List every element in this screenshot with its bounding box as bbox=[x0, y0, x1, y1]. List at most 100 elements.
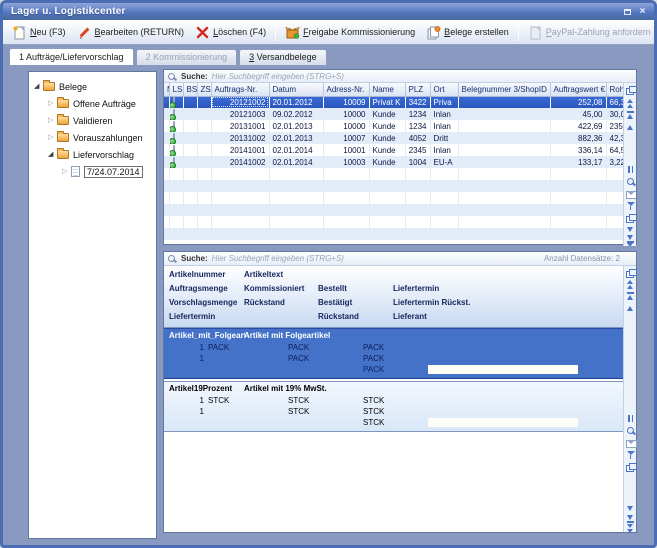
tree-item-liefervorschlag[interactable]: ◢ Liefervorschlag bbox=[29, 146, 156, 163]
cell-wert[interactable]: 882,36 bbox=[550, 132, 606, 144]
cell-beleg[interactable] bbox=[458, 144, 550, 156]
cell-ort[interactable]: Dritt bbox=[430, 132, 458, 144]
cell-auftrag[interactable]: 20121002 bbox=[211, 96, 269, 108]
close-window-button[interactable]: × bbox=[635, 5, 650, 18]
cell-plz[interactable]: 1234 bbox=[405, 108, 430, 120]
cell-adresse[interactable]: 10000 bbox=[323, 108, 369, 120]
toolbar-button-freigabe-kommissionierung[interactable]: Freigabe Kommissionierung bbox=[280, 23, 420, 42]
tree-item-belege[interactable]: ◢ Belege bbox=[29, 78, 156, 95]
cell-name[interactable]: Privat K bbox=[369, 96, 405, 108]
collapsed-triangle-icon[interactable]: ▷ bbox=[48, 133, 57, 142]
cell-plz[interactable]: 1004 bbox=[405, 156, 430, 168]
toolbar-button-belege-erstellen[interactable]: Belege erstellen bbox=[421, 23, 514, 42]
column-header[interactable]: Datum bbox=[269, 83, 323, 96]
column-header[interactable]: Adress-Nr. bbox=[323, 83, 369, 96]
tree-item-offene-auftraege[interactable]: ▷ Offene Aufträge bbox=[29, 95, 156, 112]
expanded-triangle-icon[interactable]: ◢ bbox=[48, 150, 57, 159]
tab-auftraege-liefervorschlag[interactable]: 1 Aufträge/Liefervorschlag bbox=[9, 48, 134, 65]
tree-item-liefervorschlag-datum[interactable]: ▷ 7/24.07.2014 bbox=[29, 163, 156, 180]
cell-beleg[interactable] bbox=[458, 108, 550, 120]
cell-wert[interactable]: 422,69 bbox=[550, 120, 606, 132]
cell-auftrag[interactable]: 20121003 bbox=[211, 108, 269, 120]
cell-name[interactable]: Kunde bbox=[369, 120, 405, 132]
cell-datum[interactable]: 09.02.2012 bbox=[269, 108, 323, 120]
cell-wert[interactable]: 336,14 bbox=[550, 144, 606, 156]
cell-name[interactable]: Kunde bbox=[369, 156, 405, 168]
column-chooser-icon[interactable] bbox=[626, 85, 635, 94]
cell-plz[interactable]: 3422 bbox=[405, 96, 430, 108]
cell-wert[interactable]: 45,00 bbox=[550, 108, 606, 120]
navigate-prev-icon[interactable] bbox=[626, 123, 635, 132]
cell-ort[interactable]: Inlan bbox=[430, 144, 458, 156]
cell-adresse[interactable]: 10001 bbox=[323, 144, 369, 156]
cell-name[interactable]: Kunde bbox=[369, 144, 405, 156]
layout-windows-icon[interactable] bbox=[626, 462, 635, 471]
layout-windows-icon[interactable] bbox=[626, 213, 635, 222]
navigate-first-icon[interactable] bbox=[626, 99, 635, 108]
order-row[interactable]: 20131001 02.01.2013 10000 Kunde 1234 Inl… bbox=[164, 120, 623, 132]
collapsed-triangle-icon[interactable]: ▷ bbox=[62, 167, 71, 176]
navigate-next-page-icon[interactable] bbox=[626, 234, 635, 243]
column-chooser-icon[interactable] bbox=[626, 268, 635, 277]
tree-item-validieren[interactable]: ▷ Validieren bbox=[29, 112, 156, 129]
cell-ort[interactable]: Priva bbox=[430, 96, 458, 108]
column-header[interactable]: Auftragswert € bbox=[550, 83, 606, 96]
cell-datum[interactable]: 02.01.2014 bbox=[269, 156, 323, 168]
collapsed-triangle-icon[interactable]: ▷ bbox=[48, 116, 57, 125]
send-mail-icon[interactable] bbox=[626, 189, 635, 198]
cell-beleg[interactable] bbox=[458, 96, 550, 108]
cell-ort[interactable]: EU-A bbox=[430, 156, 458, 168]
cell-datum[interactable]: 02.01.2013 bbox=[269, 132, 323, 144]
restore-window-button[interactable] bbox=[620, 5, 635, 18]
cell-datum[interactable]: 02.01.2013 bbox=[269, 120, 323, 132]
cell-datum[interactable]: 20.01.2012 bbox=[269, 96, 323, 108]
navigate-last-icon[interactable] bbox=[626, 524, 635, 533]
navigate-prev-icon[interactable] bbox=[626, 304, 635, 313]
zoom-icon[interactable] bbox=[626, 426, 635, 435]
column-header[interactable]: PLZ bbox=[405, 83, 430, 96]
zoom-icon[interactable] bbox=[626, 177, 635, 186]
cell-adresse[interactable]: 10007 bbox=[323, 132, 369, 144]
titlebar[interactable]: Lager u. Logistikcenter × bbox=[3, 3, 654, 20]
column-header[interactable]: BS bbox=[183, 83, 197, 96]
send-mail-icon[interactable] bbox=[626, 438, 635, 447]
navigate-next-icon[interactable] bbox=[626, 225, 635, 234]
cell-roher[interactable]: 3,22 bbox=[606, 156, 623, 168]
tab-kommissionierung[interactable]: 2 Kommissionierung bbox=[136, 49, 238, 65]
navigate-prev-page-icon[interactable] bbox=[626, 292, 635, 301]
collapsed-triangle-icon[interactable]: ▷ bbox=[48, 99, 57, 108]
article-record-selected[interactable]: Artikel_mit_Folgeartike Artikel mit Folg… bbox=[164, 328, 623, 379]
cell-datum[interactable]: 02.01.2014 bbox=[269, 144, 323, 156]
order-row[interactable]: 20141001 02.01.2014 10001 Kunde 2345 Inl… bbox=[164, 144, 623, 156]
cell-ort[interactable]: Inlan bbox=[430, 120, 458, 132]
navigate-prev-page-icon[interactable] bbox=[626, 111, 635, 120]
toolbar-button-loeschen[interactable]: Löschen (F4) bbox=[190, 23, 271, 42]
column-header[interactable]: LS bbox=[169, 83, 183, 96]
cell-auftrag[interactable]: 20141002 bbox=[211, 156, 269, 168]
filter-icon[interactable] bbox=[626, 450, 635, 459]
cell-roher[interactable]: 42,36 bbox=[606, 132, 623, 144]
expanded-triangle-icon[interactable]: ◢ bbox=[34, 82, 43, 91]
cell-wert[interactable]: 133,17 bbox=[550, 156, 606, 168]
cell-roher[interactable]: 64,58 bbox=[606, 144, 623, 156]
toolbar-button-neu[interactable]: Neu (F3) bbox=[7, 23, 71, 42]
cell-plz[interactable]: 1234 bbox=[405, 120, 430, 132]
tree-item-vorauszahlungen[interactable]: ▷ Vorauszahlungen bbox=[29, 129, 156, 146]
detail-search-bar[interactable]: Suche: Hier Suchbegriff eingeben (STRG+S… bbox=[164, 252, 636, 266]
cell-name[interactable]: Kunde bbox=[369, 132, 405, 144]
navigate-first-icon[interactable] bbox=[626, 280, 635, 289]
cell-auftrag[interactable]: 20131002 bbox=[211, 132, 269, 144]
cell-auftrag[interactable]: 20131001 bbox=[211, 120, 269, 132]
order-row[interactable]: 20131002 02.01.2013 10007 Kunde 4052 Dri… bbox=[164, 132, 623, 144]
best-fit-columns-icon[interactable] bbox=[626, 165, 635, 174]
cell-beleg[interactable] bbox=[458, 132, 550, 144]
column-header[interactable]: Name bbox=[369, 83, 405, 96]
tab-versandbelege[interactable]: 3 Versandbelege bbox=[239, 49, 327, 65]
cell-name[interactable]: Kunde bbox=[369, 108, 405, 120]
cell-auftrag[interactable]: 20141001 bbox=[211, 144, 269, 156]
order-row[interactable]: 20141002 02.01.2014 10003 Kunde 1004 EU-… bbox=[164, 156, 623, 168]
column-header[interactable]: Roher bbox=[606, 83, 623, 96]
column-header[interactable]: Auftrags-Nr. bbox=[211, 83, 269, 96]
cell-ort[interactable]: Inlan bbox=[430, 108, 458, 120]
navigate-next-icon[interactable] bbox=[626, 504, 635, 513]
